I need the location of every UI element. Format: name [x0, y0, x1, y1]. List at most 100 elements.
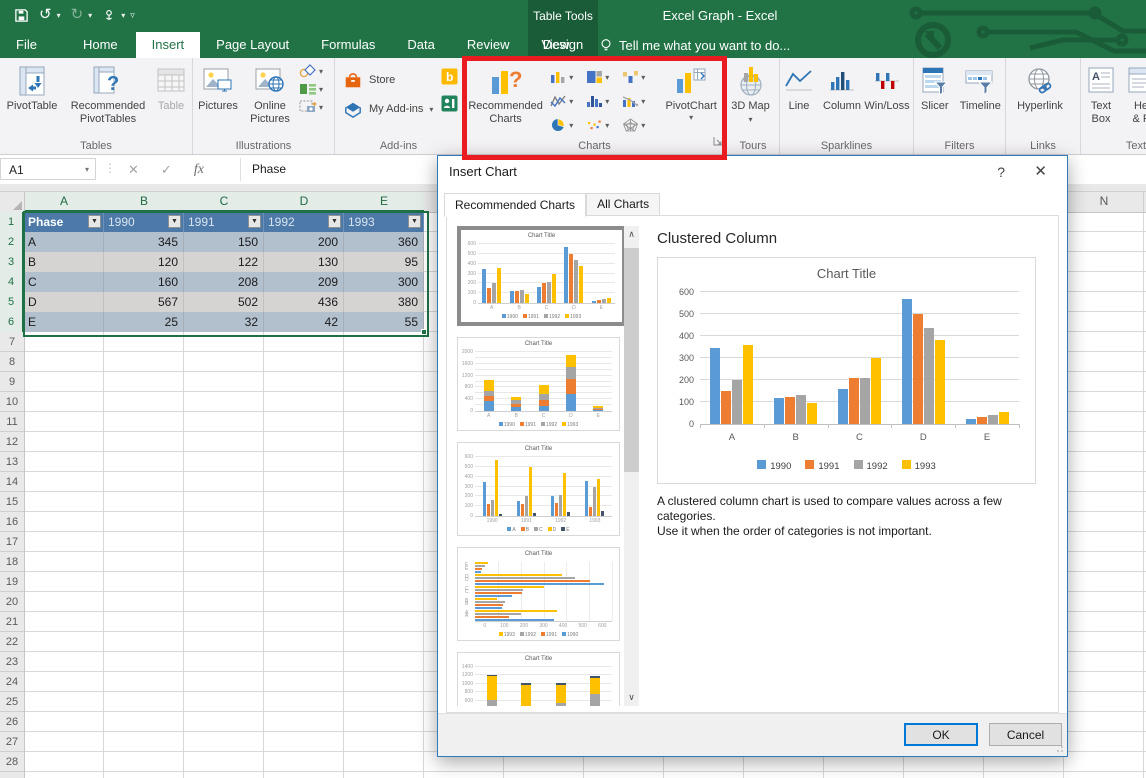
- dialog-help-icon[interactable]: ?: [997, 156, 1005, 188]
- touch-mode-icon[interactable]: [102, 8, 116, 23]
- row-header-6[interactable]: 6: [0, 312, 24, 332]
- touch-mode-dropdown-icon[interactable]: ▾: [121, 11, 125, 20]
- tab-page-layout[interactable]: Page Layout: [200, 32, 305, 58]
- tab-file[interactable]: File: [0, 32, 53, 58]
- cancel-button[interactable]: Cancel: [989, 723, 1062, 746]
- row-header-26[interactable]: 26: [0, 712, 24, 732]
- header-footer-button[interactable]: He& F: [1121, 60, 1146, 126]
- column-header-D[interactable]: D: [264, 191, 344, 212]
- sparkline-line-button[interactable]: Line: [780, 60, 818, 113]
- row-header-3[interactable]: 3: [0, 252, 24, 272]
- filter-button[interactable]: ▼: [88, 215, 101, 228]
- scroll-up-icon[interactable]: ∧: [624, 226, 639, 243]
- table-cell[interactable]: 208: [184, 272, 264, 292]
- row-header-5[interactable]: 5: [0, 292, 24, 312]
- table-cell[interactable]: 130: [264, 252, 344, 272]
- table-cell[interactable]: 95: [344, 252, 424, 272]
- dialog-close-icon[interactable]: ✕: [1034, 156, 1047, 188]
- slicer-button[interactable]: Slicer: [914, 60, 956, 113]
- table-cell[interactable]: 42: [264, 312, 344, 332]
- tab-all-charts[interactable]: All Charts: [586, 193, 660, 216]
- tab-data[interactable]: Data: [391, 32, 450, 58]
- insert-hierarchy-chart-button[interactable]: ▾: [584, 65, 620, 89]
- table-cell[interactable]: 300: [344, 272, 424, 292]
- row-header-17[interactable]: 17: [0, 532, 24, 552]
- row-header-22[interactable]: 22: [0, 632, 24, 652]
- filter-button[interactable]: ▼: [248, 215, 261, 228]
- tab-formulas[interactable]: Formulas: [305, 32, 391, 58]
- row-header-18[interactable]: 18: [0, 552, 24, 572]
- 3d-map-button[interactable]: 3D Map ▾: [727, 60, 774, 126]
- row-header-15[interactable]: 15: [0, 492, 24, 512]
- insert-scatter-chart-button[interactable]: ▾: [584, 113, 620, 137]
- save-icon[interactable]: [14, 8, 29, 23]
- row-header-19[interactable]: 19: [0, 572, 24, 592]
- row-header-11[interactable]: 11: [0, 412, 24, 432]
- filter-button[interactable]: ▼: [328, 215, 341, 228]
- table-cell[interactable]: 360: [344, 232, 424, 252]
- name-box[interactable]: A1▾: [0, 158, 96, 180]
- pictures-button[interactable]: Pictures: [193, 60, 243, 113]
- my-addins-dropdown-icon[interactable]: ▾: [429, 105, 433, 114]
- people-graph-addin-icon[interactable]: [441, 95, 458, 112]
- chart-thumbnail-4[interactable]: Chart TitleEDCBAEDCBA0100200300400500600…: [457, 547, 620, 641]
- bing-maps-addin-icon[interactable]: b: [441, 68, 458, 85]
- select-all-corner[interactable]: [0, 191, 25, 212]
- recommended-pivottables-button[interactable]: ? Recommended PivotTables: [64, 60, 152, 126]
- filter-button[interactable]: ▼: [408, 215, 421, 228]
- insert-function-icon[interactable]: fx: [194, 162, 204, 178]
- tell-me-box[interactable]: Tell me what you want to do...: [600, 32, 790, 58]
- table-cell[interactable]: 209: [264, 272, 344, 292]
- column-header-B[interactable]: B: [104, 191, 184, 212]
- pivotchart-button[interactable]: PivotChart ▾: [656, 60, 726, 122]
- row-header-16[interactable]: 16: [0, 512, 24, 532]
- table-cell[interactable]: C: [24, 272, 104, 292]
- insert-column-chart-button[interactable]: ▾: [548, 65, 584, 89]
- table-cell[interactable]: 160: [104, 272, 184, 292]
- table-cell[interactable]: 345: [104, 232, 184, 252]
- dialog-resize-grip[interactable]: [1054, 743, 1064, 753]
- table-header-cell[interactable]: 1991▼: [184, 212, 264, 232]
- tab-home[interactable]: Home: [67, 32, 134, 58]
- pivottable-button[interactable]: PivotTable: [0, 60, 64, 113]
- table-header-cell[interactable]: Phase▼: [24, 212, 104, 232]
- insert-statistic-chart-button[interactable]: ▾: [584, 89, 620, 113]
- table-cell[interactable]: D: [24, 292, 104, 312]
- tab-recommended-charts[interactable]: Recommended Charts: [444, 193, 586, 217]
- scrollbar-thumb[interactable]: [624, 248, 639, 472]
- row-header-9[interactable]: 9: [0, 372, 24, 392]
- table-cell[interactable]: 436: [264, 292, 344, 312]
- row-header-7[interactable]: 7: [0, 332, 24, 352]
- tab-review[interactable]: Review: [451, 32, 526, 58]
- row-header-14[interactable]: 14: [0, 472, 24, 492]
- row-header-8[interactable]: 8: [0, 352, 24, 372]
- table-cell[interactable]: B: [24, 252, 104, 272]
- smartart-button[interactable]: ▾: [299, 82, 323, 96]
- column-header-C[interactable]: C: [184, 191, 264, 212]
- fill-handle[interactable]: [421, 329, 427, 335]
- row-header-10[interactable]: 10: [0, 392, 24, 412]
- recommended-charts-button[interactable]: ? Recommended Charts: [463, 60, 548, 126]
- row-header-23[interactable]: 23: [0, 652, 24, 672]
- table-cell[interactable]: E: [24, 312, 104, 332]
- table-cell[interactable]: 25: [104, 312, 184, 332]
- chart-thumbnail-2[interactable]: Chart Title0400800120016002000ABCDE19901…: [457, 337, 620, 431]
- shapes-button[interactable]: ▾: [299, 64, 323, 78]
- hyperlink-button[interactable]: Hyperlink: [1006, 60, 1074, 113]
- store-button[interactable]: Store: [343, 70, 435, 90]
- customize-qat-icon[interactable]: ▿: [130, 10, 135, 21]
- row-header-24[interactable]: 24: [0, 672, 24, 692]
- table-cell[interactable]: 122: [184, 252, 264, 272]
- row-header-25[interactable]: 25: [0, 692, 24, 712]
- column-header-N[interactable]: N: [1064, 191, 1144, 212]
- my-addins-button[interactable]: My Add-ins ▾: [343, 100, 435, 118]
- tab-insert[interactable]: Insert: [136, 32, 201, 58]
- chart-thumbnail-5[interactable]: Chart Title02004006008001000120014001990…: [457, 652, 620, 706]
- pivotchart-dropdown-icon[interactable]: ▾: [689, 113, 693, 122]
- timeline-button[interactable]: Timeline: [956, 60, 1005, 113]
- table-header-cell[interactable]: 1993▼: [344, 212, 424, 232]
- thumbnail-scrollbar[interactable]: ∧ ∨: [624, 226, 639, 706]
- insert-combo-chart-button[interactable]: ▾: [620, 89, 656, 113]
- table-cell[interactable]: 380: [344, 292, 424, 312]
- sparkline-column-button[interactable]: Column: [818, 60, 866, 113]
